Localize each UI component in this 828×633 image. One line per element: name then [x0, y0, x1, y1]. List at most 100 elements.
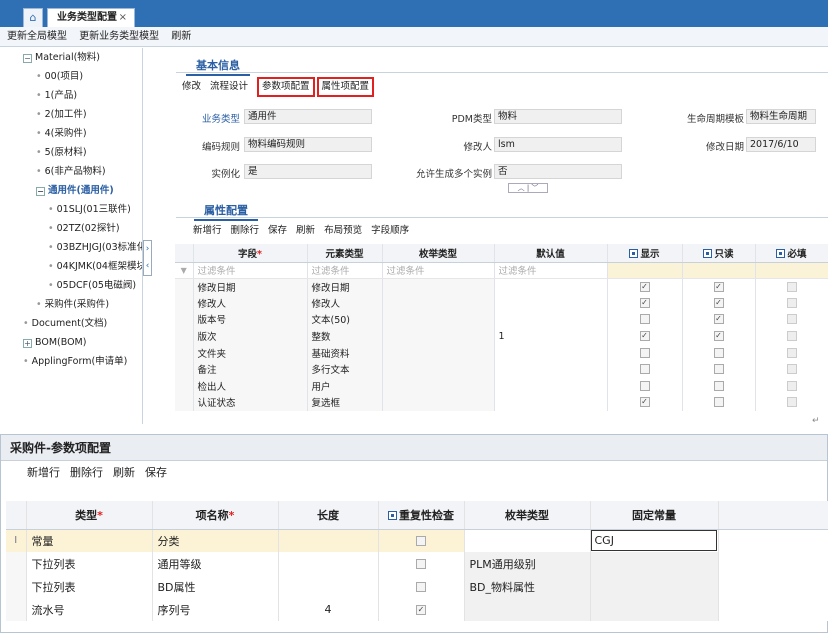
- filter-required[interactable]: [755, 262, 828, 279]
- lifecycle-field[interactable]: 物料生命周期: [746, 109, 816, 124]
- ro-checkbox[interactable]: ✓: [713, 314, 724, 325]
- tree-node[interactable]: • ApplingForm(申请单): [17, 352, 142, 371]
- cell-enum[interactable]: [382, 327, 495, 345]
- tree-node[interactable]: • 5(原材料): [17, 143, 142, 162]
- attr-config-button[interactable]: 属性项配置: [316, 77, 375, 97]
- tree-node[interactable]: • 4(采购件): [17, 124, 142, 143]
- multi-instance-field[interactable]: 否: [494, 164, 622, 179]
- tree-node[interactable]: − 通用件(通用件): [17, 181, 142, 200]
- row-number[interactable]: [175, 294, 194, 312]
- col-length[interactable]: 长度: [278, 501, 379, 530]
- cell-type[interactable]: 基础资料: [307, 344, 383, 361]
- cell-field[interactable]: 文件夹: [193, 344, 308, 361]
- cell-default[interactable]: [494, 278, 608, 295]
- req-checkbox[interactable]: [786, 314, 797, 325]
- row-number[interactable]: [175, 278, 194, 295]
- ro-checkbox[interactable]: [713, 397, 724, 408]
- expand-icon[interactable]: +: [23, 339, 32, 348]
- dup-checkbox[interactable]: [416, 582, 426, 592]
- checkbox-header-icon[interactable]: [629, 248, 639, 258]
- req-checkbox[interactable]: [786, 331, 797, 342]
- cell-enum[interactable]: [464, 529, 591, 552]
- tree-node[interactable]: • 02TZ(02探针): [17, 219, 142, 238]
- cell-const[interactable]: [590, 598, 719, 621]
- table-row[interactable]: I 常量 分类 CGJ: [6, 529, 828, 552]
- cell-field[interactable]: 认证状态: [193, 394, 308, 411]
- cell-default[interactable]: [494, 294, 608, 312]
- ro-checkbox[interactable]: [713, 347, 724, 358]
- cell-enum[interactable]: [382, 344, 495, 361]
- ro-checkbox[interactable]: [713, 364, 724, 375]
- instantiate-field[interactable]: 是: [244, 164, 372, 179]
- filter-type[interactable]: 过滤条件: [307, 262, 383, 279]
- cell-type[interactable]: 整数: [307, 327, 383, 345]
- col-element-type[interactable]: 元素类型: [307, 244, 383, 263]
- req-checkbox[interactable]: [786, 364, 797, 375]
- cell-name[interactable]: 序列号: [152, 598, 279, 621]
- const-input[interactable]: CGJ: [590, 530, 717, 552]
- show-checkbox[interactable]: [639, 380, 650, 391]
- ro-checkbox[interactable]: [713, 380, 724, 391]
- col-show[interactable]: 显示: [607, 244, 683, 263]
- cell-field[interactable]: 版本号: [193, 311, 308, 328]
- show-checkbox[interactable]: ✓: [639, 281, 650, 292]
- tree-node[interactable]: • 1(产品): [17, 86, 142, 105]
- cell-name[interactable]: BD属性: [152, 575, 279, 598]
- tree-node[interactable]: • 05DCF(05电磁阀): [17, 276, 142, 295]
- table-row[interactable]: 下拉列表 BD属性 BD_物料属性: [6, 575, 828, 598]
- row-number[interactable]: [175, 377, 194, 395]
- dup-checkbox[interactable]: [416, 536, 426, 547]
- dlg-add-row-button[interactable]: 新增行: [27, 466, 60, 479]
- cell-length[interactable]: [278, 529, 379, 552]
- col-required[interactable]: 必填: [755, 244, 828, 263]
- col-type[interactable]: 类型*: [26, 501, 153, 530]
- table-row[interactable]: 版次 整数 1 ✓ ✓: [175, 327, 828, 345]
- cell-default[interactable]: [494, 311, 608, 328]
- cell-const[interactable]: [590, 552, 719, 575]
- cell-default[interactable]: [494, 360, 608, 378]
- cell-const[interactable]: [590, 575, 719, 598]
- tree-node[interactable]: • 00(项目): [17, 67, 142, 86]
- save-button[interactable]: 保存: [268, 225, 287, 236]
- expand-collapse-toggle[interactable]: ︿ | ﹀: [508, 183, 548, 193]
- filter-enum[interactable]: 过滤条件: [382, 262, 495, 279]
- table-row[interactable]: 认证状态 复选框 ✓: [175, 394, 828, 411]
- collapse-icon[interactable]: −: [36, 187, 45, 196]
- table-row[interactable]: 修改日期 修改日期 ✓ ✓: [175, 278, 828, 295]
- row-number[interactable]: [175, 360, 194, 378]
- req-checkbox[interactable]: [786, 380, 797, 391]
- row-number[interactable]: [175, 327, 194, 345]
- cell-enum[interactable]: [382, 394, 495, 411]
- cell-type[interactable]: 下拉列表: [26, 575, 153, 598]
- ro-checkbox[interactable]: ✓: [713, 281, 724, 292]
- show-checkbox[interactable]: ✓: [639, 397, 650, 408]
- update-business-model-button[interactable]: 更新业务类型模型: [79, 31, 159, 42]
- filter-field[interactable]: 过滤条件: [193, 262, 308, 279]
- col-fixed-const[interactable]: 固定常量: [590, 501, 719, 530]
- dlg-refresh-button[interactable]: 刷新: [113, 466, 135, 479]
- tree-node[interactable]: • 01SLJ(01三联件): [17, 200, 142, 219]
- table-row[interactable]: 备注 多行文本: [175, 360, 828, 378]
- filter-readonly[interactable]: [682, 262, 756, 279]
- cell-enum[interactable]: [382, 360, 495, 378]
- show-checkbox[interactable]: [639, 347, 650, 358]
- refresh-button[interactable]: 刷新: [171, 31, 191, 42]
- cell-type[interactable]: 多行文本: [307, 360, 383, 378]
- cell-enum[interactable]: [382, 278, 495, 295]
- table-row[interactable]: 流水号 序列号 4 ✓: [6, 598, 828, 621]
- req-checkbox[interactable]: [786, 297, 797, 308]
- show-checkbox[interactable]: [639, 364, 650, 375]
- col-readonly[interactable]: 只读: [682, 244, 756, 263]
- cell-enum[interactable]: [382, 311, 495, 328]
- tree-node[interactable]: + BOM(BOM): [17, 333, 142, 352]
- dup-checkbox[interactable]: ✓: [416, 605, 426, 615]
- collapse-handle[interactable]: › ‹: [143, 240, 152, 276]
- cell-length[interactable]: [278, 552, 379, 575]
- cell-name[interactable]: 通用等级: [152, 552, 279, 575]
- cell-enum[interactable]: [464, 598, 591, 621]
- layout-preview-button[interactable]: 布局预览: [324, 225, 362, 236]
- cell-enum[interactable]: [382, 377, 495, 395]
- cell-length[interactable]: [278, 575, 379, 598]
- show-checkbox[interactable]: ✓: [639, 331, 650, 342]
- tree-node[interactable]: • 采购件(采购件): [17, 295, 142, 314]
